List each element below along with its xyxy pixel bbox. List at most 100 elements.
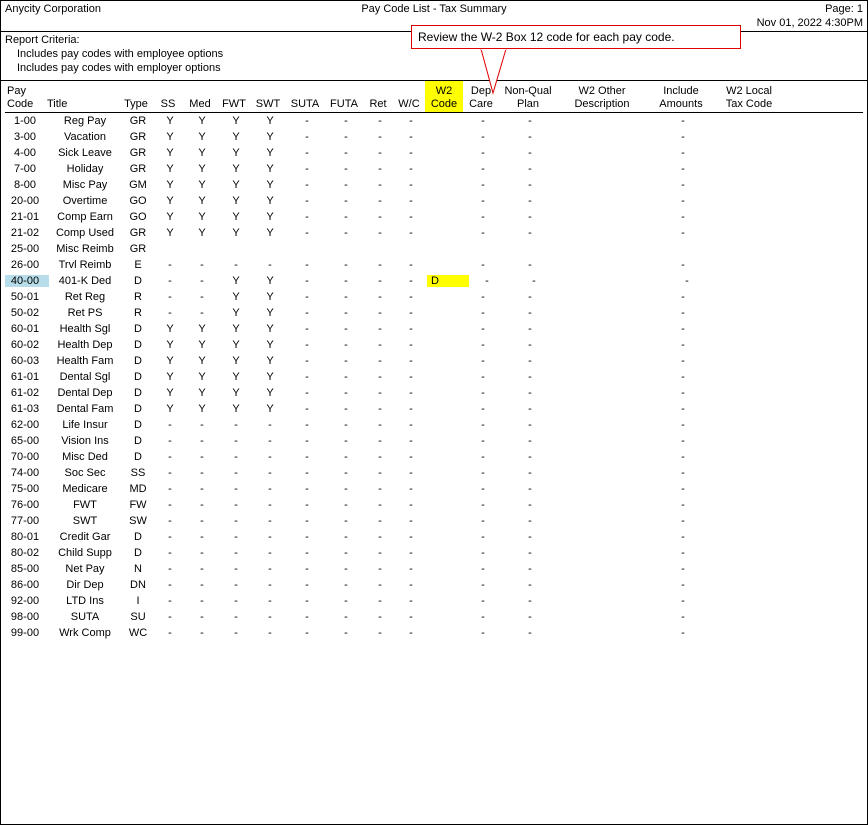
cell-ss: - (155, 547, 185, 559)
cell-fwt: - (219, 467, 253, 479)
cell-inc: - (649, 547, 717, 559)
cell-ret: - (365, 147, 395, 159)
cell-type: GR (121, 131, 155, 143)
cell-nq: - (501, 435, 559, 447)
table-row: 21-01Comp EarnGOYYYY------- (5, 209, 863, 225)
cell-nq: - (501, 371, 559, 383)
cell-futa: - (327, 579, 365, 591)
cell-ss: - (155, 483, 185, 495)
table-row: 61-01Dental SglDYYYY------- (5, 369, 863, 385)
cell-ret: - (365, 403, 395, 415)
cell-med: Y (185, 339, 219, 351)
cell-inc: - (649, 115, 717, 127)
cell-w2: D (427, 275, 469, 287)
cell-med: Y (185, 387, 219, 399)
cell-futa: - (327, 227, 365, 239)
cell-wc: - (395, 339, 427, 351)
cell-code: 60-02 (5, 339, 49, 351)
cell-nq: - (501, 467, 559, 479)
cell-dep: - (465, 355, 501, 367)
cell-med: - (185, 563, 219, 575)
cell-wc: - (395, 499, 427, 511)
cell-fwt: - (219, 435, 253, 447)
table-row: 1-00Reg PayGRYYYY------- (5, 113, 863, 129)
cell-ss: Y (155, 355, 185, 367)
cell-swt: Y (253, 387, 287, 399)
cell-ret: - (365, 627, 395, 639)
table-row: 74-00Soc SecSS----------- (5, 465, 863, 481)
cell-wc: - (395, 467, 427, 479)
cell-dep: - (465, 115, 501, 127)
cell-fwt: - (219, 563, 253, 575)
table-row: 61-02Dental DepDYYYY------- (5, 385, 863, 401)
cell-fwt: Y (219, 307, 253, 319)
cell-dep: - (465, 371, 501, 383)
cell-ss: Y (155, 195, 185, 207)
table-row: 62-00Life InsurD----------- (5, 417, 863, 433)
cell-wc: - (395, 563, 427, 575)
cell-ret: - (365, 355, 395, 367)
cell-type: D (121, 403, 155, 415)
cell-fwt: Y (219, 195, 253, 207)
cell-fwt: Y (219, 387, 253, 399)
cell-title: Vision Ins (49, 435, 121, 447)
cell-dep: - (465, 483, 501, 495)
cell-code: 1-00 (5, 115, 49, 127)
cell-swt: - (253, 259, 287, 271)
cell-fwt: - (219, 579, 253, 591)
cell-ret: - (365, 579, 395, 591)
col-swt: SWT (251, 94, 285, 113)
table-row: 40-00401-K DedD--YY----D--- (5, 273, 863, 289)
cell-nq: - (501, 531, 559, 543)
cell-swt: Y (253, 179, 287, 191)
report-table: PayCode Title Type SS Med FWT SWT SUTA F… (1, 81, 867, 641)
cell-futa: - (327, 467, 365, 479)
cell-inc: - (649, 563, 717, 575)
cell-code: 3-00 (5, 131, 49, 143)
table-row: 77-00SWTSW----------- (5, 513, 863, 529)
cell-fwt: Y (219, 275, 253, 287)
cell-ret: - (365, 531, 395, 543)
table-row: 80-01Credit GarD----------- (5, 529, 863, 545)
cell-wc: - (395, 275, 427, 287)
cell-futa: - (327, 403, 365, 415)
cell-fwt: Y (219, 179, 253, 191)
cell-suta: - (287, 451, 327, 463)
cell-futa: - (327, 371, 365, 383)
cell-title: Health Dep (49, 339, 121, 351)
callout-pointer-icon (411, 49, 531, 99)
cell-fwt: Y (219, 227, 253, 239)
cell-ret: - (365, 259, 395, 271)
table-row: 4-00Sick LeaveGRYYYY------- (5, 145, 863, 161)
cell-inc: - (649, 579, 717, 591)
cell-inc: - (649, 339, 717, 351)
cell-suta: - (287, 131, 327, 143)
cell-futa: - (327, 323, 365, 335)
cell-wc: - (395, 515, 427, 527)
cell-wc: - (395, 547, 427, 559)
cell-wc: - (395, 147, 427, 159)
cell-ret: - (365, 323, 395, 335)
cell-nq: - (501, 259, 559, 271)
table-row: 50-01Ret RegR--YY------- (5, 289, 863, 305)
cell-title: Ret Reg (49, 291, 121, 303)
cell-fwt: - (219, 531, 253, 543)
cell-swt: Y (253, 115, 287, 127)
cell-ss: Y (155, 163, 185, 175)
cell-med: - (185, 275, 219, 287)
cell-fwt: - (219, 451, 253, 463)
cell-code: 74-00 (5, 467, 49, 479)
cell-swt: - (253, 499, 287, 511)
cell-futa: - (327, 147, 365, 159)
cell-inc: - (649, 595, 717, 607)
cell-wc: - (395, 595, 427, 607)
cell-med: - (185, 515, 219, 527)
cell-dep: - (465, 451, 501, 463)
cell-ret: - (365, 195, 395, 207)
cell-ret: - (365, 163, 395, 175)
cell-inc: - (649, 627, 717, 639)
cell-code: 50-02 (5, 307, 49, 319)
cell-swt: Y (253, 211, 287, 223)
cell-type: SU (121, 611, 155, 623)
cell-suta: - (287, 515, 327, 527)
